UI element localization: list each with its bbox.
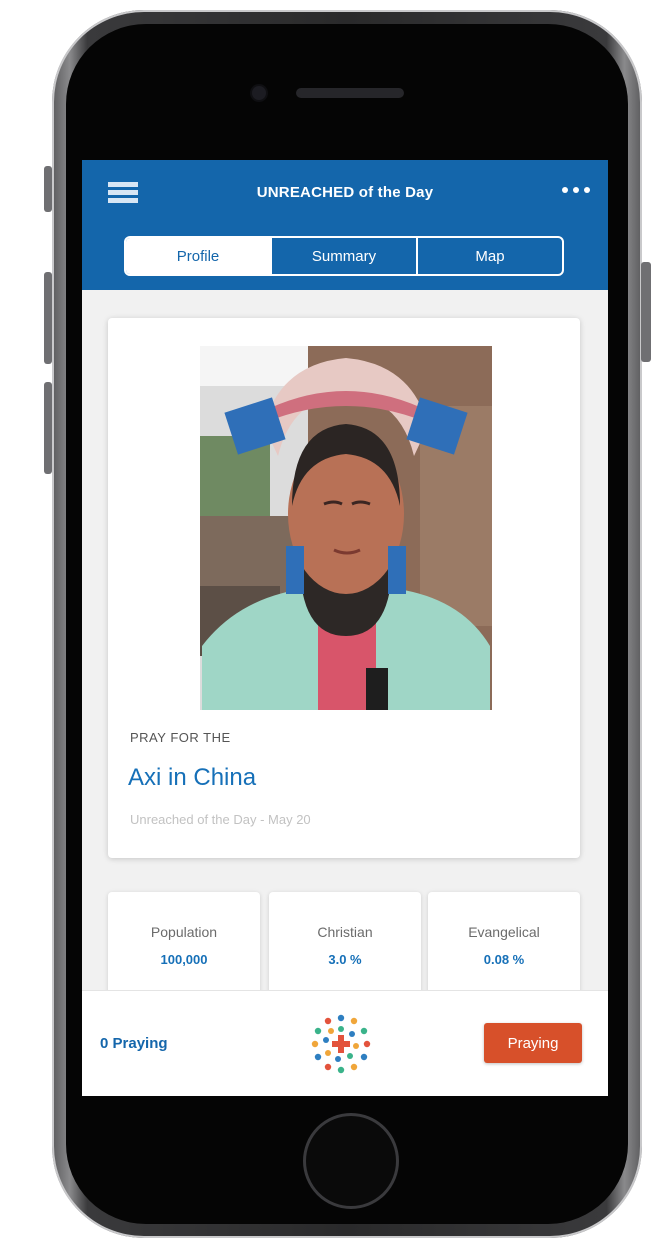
tab-map[interactable]: Map (416, 238, 562, 274)
stat-value: 100,000 (160, 952, 208, 967)
segmented-tabs: Profile Summary Map (124, 236, 564, 276)
front-camera (252, 86, 266, 100)
app-screen: UNREACHED of the Day Profile Summary Map (82, 160, 608, 1096)
bottom-bar: 0 Praying Praying (82, 990, 608, 1096)
home-button[interactable] (303, 1113, 399, 1209)
more-options-icon[interactable] (560, 184, 594, 196)
stat-christian: Christian 3.0 % (269, 892, 421, 1002)
tab-summary[interactable]: Summary (270, 238, 416, 274)
stat-value: 3.0 % (328, 952, 362, 967)
stat-value: 0.08 % (483, 952, 525, 967)
volume-down-button (44, 382, 52, 474)
app-title: UNREACHED of the Day (256, 184, 434, 201)
mute-switch (44, 166, 52, 212)
stat-population: Population 100,000 (108, 892, 260, 1002)
hamburger-menu-icon[interactable] (108, 182, 138, 204)
stat-evangelical: Evangelical 0.08 % (428, 892, 580, 1002)
earpiece-speaker (296, 88, 404, 98)
praying-button[interactable]: Praying (484, 1023, 582, 1063)
app-header: UNREACHED of the Day Profile Summary Map (82, 160, 608, 290)
power-button (641, 262, 651, 362)
profile-card: PRAY FOR THE Axi in China Unreached of t… (108, 318, 580, 858)
stat-label: Evangelical (468, 924, 540, 940)
stat-label: Population (150, 924, 218, 940)
praying-count: 0 Praying (100, 1035, 168, 1052)
profile-subtitle: Unreached of the Day - May 20 (130, 812, 311, 827)
stat-label: Christian (317, 924, 373, 940)
app-logo-icon (311, 1014, 371, 1074)
volume-up-button (44, 272, 52, 364)
people-group-name[interactable]: Axi in China (128, 764, 256, 792)
pray-for-label: PRAY FOR THE (130, 730, 231, 745)
people-group-photo (200, 346, 492, 710)
tab-profile[interactable]: Profile (126, 238, 270, 274)
